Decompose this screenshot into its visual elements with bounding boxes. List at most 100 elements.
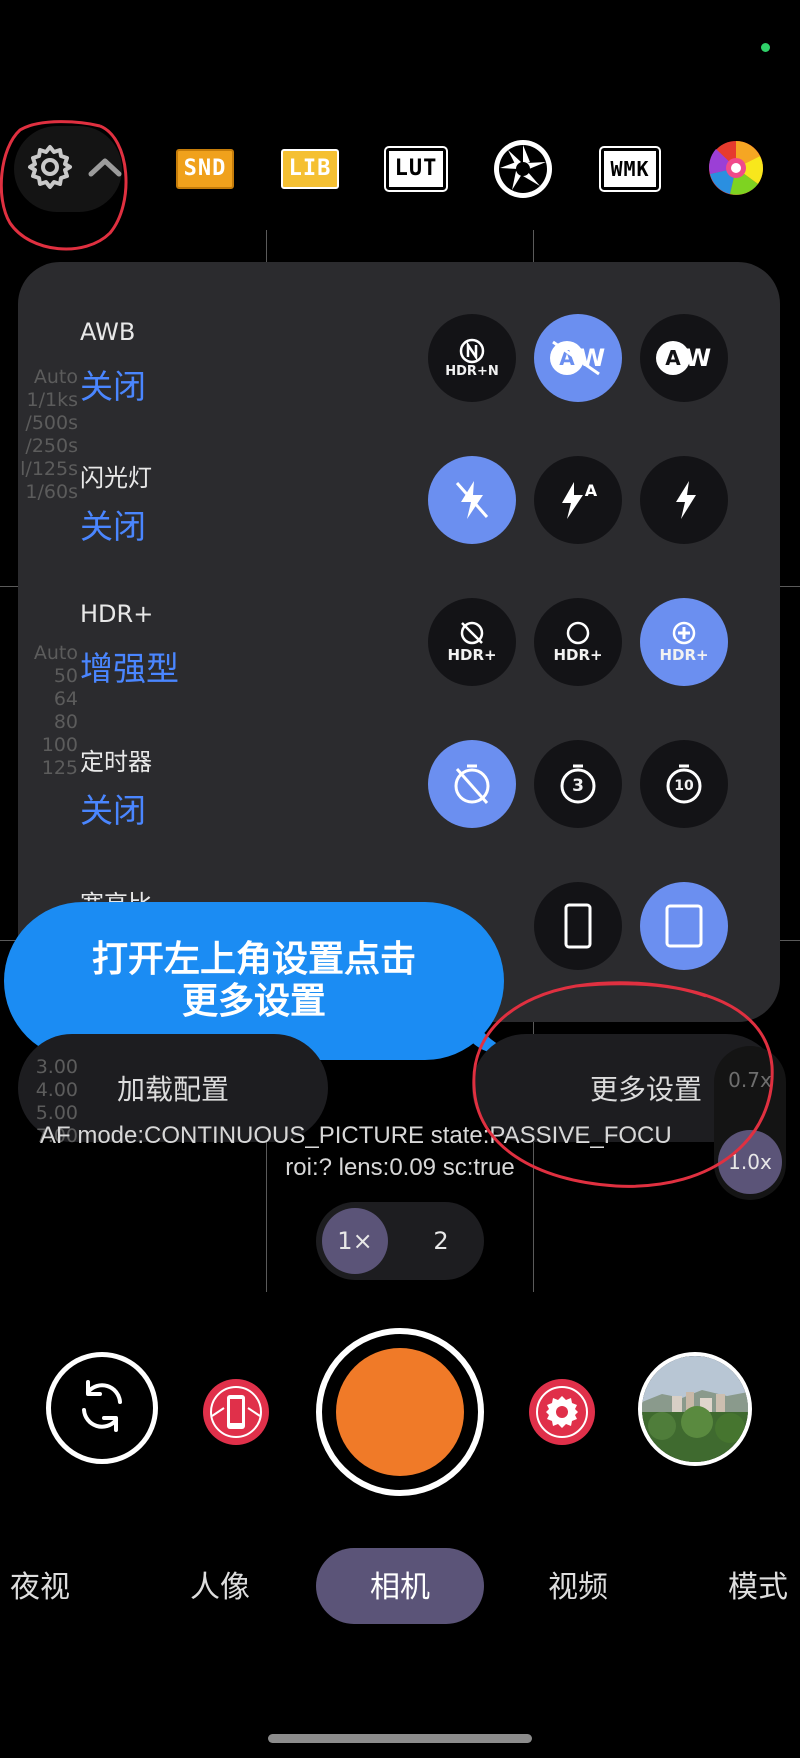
hdr-off-label: HDR+: [447, 646, 497, 664]
flash-off-option[interactable]: [428, 456, 516, 544]
ghost-value: 4.00: [35, 1079, 78, 1101]
hdr-value: 增强型: [80, 649, 179, 688]
timer-3s-icon: 3: [555, 761, 601, 807]
hdr-off-option[interactable]: HDR+: [428, 598, 516, 686]
lut-button[interactable]: LUT: [383, 146, 449, 192]
aspect-standard-option[interactable]: [640, 882, 728, 970]
camera-settings-shortcut[interactable]: [528, 1378, 596, 1446]
ghost-value: Auto: [33, 366, 78, 388]
mode-camera[interactable]: 相机: [370, 1562, 430, 1606]
annotation-circle-more-settings: [472, 981, 774, 1188]
flash-off-icon: [452, 478, 492, 522]
timer-10s-option[interactable]: 10: [640, 740, 728, 828]
settings-badge-icon: [528, 1379, 596, 1450]
ghost-value: 3.00: [35, 1056, 78, 1078]
timer-value: 关闭: [80, 791, 146, 830]
timer-10s-label: 10: [674, 778, 694, 794]
awb-title: AWB: [80, 318, 136, 346]
mode-night[interactable]: 夜视: [10, 1562, 70, 1606]
ghost-shutter-values: Auto 1/1ks /500s /250s l/125s 1/60s: [18, 366, 78, 504]
timer-off-icon: [449, 761, 495, 807]
hdr-enhanced-icon: HDR+: [659, 620, 709, 664]
svg-text:A: A: [585, 481, 598, 500]
ghost-value: 80: [53, 711, 78, 733]
bubble-line-1: 打开左上角设置点击: [91, 939, 416, 980]
wmk-badge: WMK: [599, 146, 661, 192]
shutter-button[interactable]: [316, 1328, 484, 1496]
awb-off-option[interactable]: AW: [534, 314, 622, 402]
hdr-title: HDR+: [80, 600, 154, 628]
shutter-inner: [336, 1348, 464, 1476]
flash-on-option[interactable]: [640, 456, 728, 544]
snd-button[interactable]: SND: [175, 146, 235, 192]
status-indicator-dot: [761, 43, 770, 52]
flash-auto-option[interactable]: A: [534, 456, 622, 544]
zoom-1x-option[interactable]: 1×: [322, 1208, 388, 1274]
ghost-value: 1/1ks: [26, 389, 78, 411]
hdr-n-icon: HDR+N: [445, 338, 499, 379]
hdr-n-label: HDR+N: [445, 363, 499, 379]
ghost-iso-values: Auto 50 64 80 100 125: [18, 642, 78, 780]
gallery-thumbnail[interactable]: [638, 1352, 752, 1466]
awb-auto-icon: AW: [653, 338, 715, 378]
load-config-label: 加载配置: [116, 1073, 229, 1106]
switch-camera-icon: [72, 1376, 132, 1440]
aperture-icon: [492, 140, 554, 204]
svg-text:W: W: [685, 344, 711, 372]
ghost-value: 50: [53, 665, 78, 687]
timer-3s-option[interactable]: 3: [534, 740, 622, 828]
color-wheel-icon: [708, 141, 764, 200]
ghost-value: /250s: [25, 435, 78, 457]
lib-badge: LIB: [280, 149, 340, 189]
hdr-off-icon: HDR+: [447, 620, 497, 664]
annotation-circle-settings: [0, 120, 128, 251]
awb-hdr-n-option[interactable]: HDR+N: [428, 314, 516, 402]
awb-off-icon: AW: [547, 338, 609, 378]
timer-3s-label: 3: [572, 776, 584, 796]
zoom-1x-label: 1×: [337, 1227, 373, 1255]
switch-camera-button[interactable]: [46, 1352, 158, 1464]
ghost-value: 125: [41, 757, 78, 779]
hdr-standard-option[interactable]: HDR+: [534, 598, 622, 686]
svg-text:A: A: [665, 346, 681, 370]
hdr-enhanced-option[interactable]: HDR+: [640, 598, 728, 686]
lib-button[interactable]: LIB: [280, 146, 340, 192]
aperture-button[interactable]: [492, 138, 554, 200]
zoom-2x-label: 2: [433, 1227, 449, 1255]
home-indicator[interactable]: [268, 1734, 532, 1743]
mode-video[interactable]: 视频: [548, 1562, 608, 1606]
hdr-enhanced-label: HDR+: [659, 646, 709, 664]
flash-value: 关闭: [80, 507, 146, 546]
bubble-line-2: 更多设置: [181, 981, 326, 1022]
aspect-tall-option[interactable]: [534, 882, 622, 970]
flash-on-icon: [669, 478, 699, 522]
hdr-standard-label: HDR+: [553, 646, 603, 664]
timer-title: 定时器: [80, 748, 152, 776]
device-shortcut-button[interactable]: [202, 1378, 270, 1446]
wmk-button[interactable]: WMK: [598, 146, 662, 192]
ghost-value: /500s: [25, 412, 78, 434]
aspect-tall-icon: [563, 902, 593, 950]
awb-value: 关闭: [80, 367, 146, 406]
mode-more[interactable]: 模式: [728, 1562, 788, 1606]
gallery-photo: [642, 1356, 748, 1462]
ghost-value: l/125s: [20, 458, 78, 480]
hdr-standard-icon: HDR+: [553, 620, 603, 664]
ghost-value: 1/60s: [25, 481, 78, 503]
timer-off-option[interactable]: [428, 740, 516, 828]
lut-badge: LUT: [383, 146, 449, 192]
phone-badge-icon: [202, 1379, 270, 1450]
lens-zoom-selector[interactable]: 1× 2: [316, 1202, 484, 1280]
aspect-standard-icon: [664, 903, 704, 949]
zoom-2x-option[interactable]: 2: [408, 1208, 474, 1274]
awb-auto-option[interactable]: AW: [640, 314, 728, 402]
ghost-value: Auto: [33, 642, 78, 664]
snd-badge: SND: [175, 149, 235, 189]
ghost-value: 100: [41, 734, 78, 756]
flash-title: 闪光灯: [80, 464, 152, 492]
flash-auto-icon: A: [556, 478, 600, 522]
timer-10s-icon: 10: [661, 761, 707, 807]
ghost-value: 64: [53, 688, 78, 710]
color-filter-button[interactable]: [708, 140, 764, 196]
mode-portrait[interactable]: 人像: [190, 1562, 250, 1606]
